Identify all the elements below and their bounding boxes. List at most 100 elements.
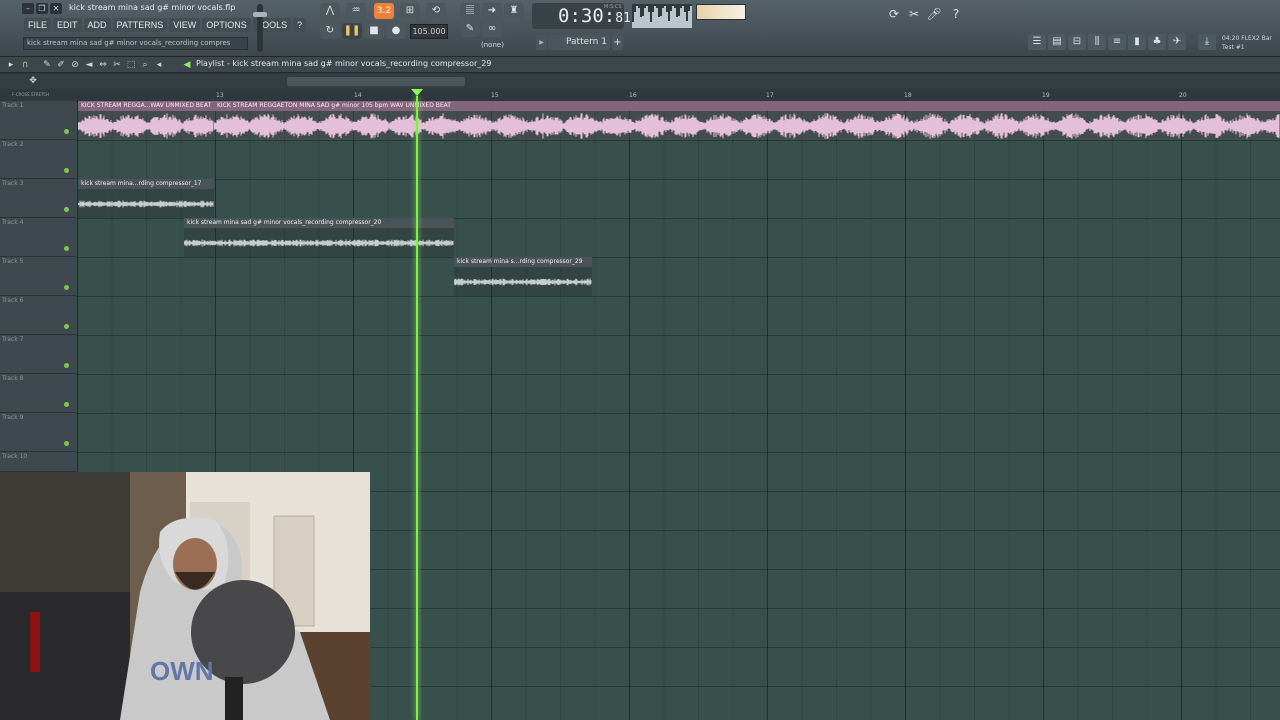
audio-clip-vocal-17[interactable]: kick stream mina...rding compressor_17 (78, 179, 214, 218)
microphone-icon[interactable]: 🎤︎ (926, 6, 942, 22)
restore-icon[interactable]: ❐ (36, 3, 48, 14)
playhead-line (416, 96, 418, 720)
delete-tool-icon[interactable]: ⊘ (70, 60, 80, 70)
mute-tool-icon[interactable]: ◄ (84, 60, 94, 70)
menu-add[interactable]: ADD (83, 18, 111, 32)
download-icon[interactable]: ⤓ (1198, 34, 1216, 50)
audio-clip-vocal-20[interactable]: kick stream mina sad g# minor vocals_rec… (184, 218, 454, 257)
pattern-selector[interactable]: Pattern 1 (548, 35, 610, 50)
track-header-4[interactable]: Track 4 (0, 218, 76, 257)
pencil-tool-icon[interactable]: ✎ (42, 60, 52, 70)
draw-tool-icon[interactable]: ✎ (460, 21, 480, 37)
tempo-display[interactable]: 105.000 (410, 24, 448, 39)
track-enable-led[interactable] (64, 324, 69, 329)
timeline-ruler[interactable]: 13 14 15 16 17 18 19 20 (76, 89, 1280, 101)
time-unit: M:S:CS (604, 4, 622, 10)
track-name: Track 2 (2, 141, 24, 148)
track-header-9[interactable]: Track 9 (0, 413, 76, 452)
piano-roll-icon[interactable]: ▤ (1048, 34, 1066, 50)
add-track-icon[interactable]: ✥ (28, 76, 38, 86)
track-header-7[interactable]: Track 7 (0, 335, 76, 374)
track-header-3[interactable]: Track 3 (0, 179, 76, 218)
select-tool-icon[interactable]: ⬚ (126, 60, 136, 70)
help-icon[interactable]: ? (948, 6, 964, 22)
clip-waveform (454, 267, 592, 296)
audio-clip-beat-1[interactable]: KICK STREAM REGGA...WAV UNMIXED BEAT (78, 101, 214, 140)
svg-text:OWN: OWN (150, 656, 214, 686)
audio-clip-beat-2[interactable]: KICK STREAM REGGAETON MINA SAD g# minor … (214, 101, 1280, 140)
pattern-song-toggle[interactable]: 3.2 (374, 3, 394, 19)
playlist-menu-icon[interactable]: ▸ (6, 60, 16, 70)
track-name: Track 4 (2, 219, 24, 226)
track-enable-led[interactable] (64, 285, 69, 290)
piano-keys-icon[interactable]: 𝄚 (460, 3, 480, 19)
waveform-path (184, 239, 454, 246)
record-mic-icon[interactable]: ♜ (504, 3, 524, 19)
browser-icon[interactable]: ▮ (1128, 34, 1146, 50)
time-main: 0:30 (558, 5, 604, 27)
add-pattern-button[interactable]: + (612, 35, 623, 50)
playhead-marker[interactable] (411, 89, 423, 96)
plugin-info-line1: 04:20 FLEX2 Bar (1222, 35, 1272, 42)
brush-tool-icon[interactable]: ✐ (56, 60, 66, 70)
slice-tool-icon[interactable]: ✂ (112, 60, 122, 70)
cut-icon[interactable]: ✂ (906, 6, 922, 22)
stop-button[interactable]: ■ (364, 23, 384, 39)
track-header-8[interactable]: Track 8 (0, 374, 76, 413)
track-header-5[interactable]: Track 5 (0, 257, 76, 296)
track-enable-led[interactable] (64, 441, 69, 446)
track-enable-led[interactable] (64, 246, 69, 251)
track-enable-led[interactable] (64, 363, 69, 368)
track-enable-led[interactable] (64, 207, 69, 212)
main-menu: FILE EDIT ADD PATTERNS VIEW OPTIONS TOOL… (24, 18, 307, 32)
arrow-icon[interactable]: ➜ (482, 3, 502, 19)
menu-edit[interactable]: EDIT (53, 18, 82, 32)
track-name: Track 3 (2, 180, 24, 187)
playlist-arrow-icon[interactable]: ◀ (182, 60, 192, 70)
audio-clip-vocal-29[interactable]: kick stream mina s...rding compressor_29 (454, 257, 592, 296)
track-header-2[interactable]: Track 2 (0, 140, 76, 179)
main-toolbar: – ❐ ✕ kick stream mina sad g# minor voca… (0, 0, 1280, 57)
playlist-icon[interactable]: ☰ (1028, 34, 1046, 50)
minimize-icon[interactable]: – (22, 3, 34, 14)
track-enable-led[interactable] (64, 402, 69, 407)
record-button[interactable]: ● (386, 23, 406, 39)
horizontal-scroll-overview[interactable]: ✥ (0, 74, 1280, 89)
zoom-tool-icon[interactable]: ⌕ (140, 60, 150, 70)
loop-record-icon[interactable]: ⟲ (426, 3, 446, 19)
plugin-picker-icon[interactable]: ♣ (1148, 34, 1166, 50)
wait-input-icon[interactable]: ♒ (346, 3, 366, 19)
slip-tool-icon[interactable]: ⇔ (98, 60, 108, 70)
snap-selector[interactable]: (none) (481, 41, 504, 49)
pause-button[interactable]: ❚❚ (342, 23, 362, 39)
metronome-icon[interactable]: ⋀ (320, 3, 340, 19)
track-name: Track 9 (2, 414, 24, 421)
plugin-info-line2: Test #1 (1222, 44, 1245, 51)
master-volume-slider[interactable] (253, 4, 267, 52)
menu-file[interactable]: FILE (24, 18, 52, 32)
mixer-icon[interactable]: ⫼ (1088, 34, 1106, 50)
snap-magnet-icon[interactable]: ∩ (20, 60, 30, 70)
menu-options[interactable]: OPTIONS (202, 18, 251, 32)
song-mode-icon[interactable]: ↻ (320, 23, 340, 39)
track-header-10[interactable]: Track 10 (0, 452, 76, 472)
track-header-1[interactable]: Track 1 (0, 101, 76, 140)
playback-tool-icon[interactable]: ◂ (154, 60, 164, 70)
channel-rack-icon[interactable]: ⊟ (1068, 34, 1086, 50)
touch-keyboard-icon[interactable]: ✈ (1168, 34, 1186, 50)
link-icon[interactable]: ∞ (482, 21, 502, 37)
menu-patterns[interactable]: PATTERNS (112, 18, 168, 32)
undo-icon[interactable]: ⟳ (886, 6, 902, 22)
menu-help[interactable]: ? (293, 18, 307, 32)
track-enable-led[interactable] (64, 168, 69, 173)
track-header-6[interactable]: Track 6 (0, 296, 76, 335)
scroll-thumb[interactable] (287, 77, 465, 86)
waveform (454, 278, 592, 285)
pattern-prev-button[interactable]: ▶ (536, 35, 547, 50)
step-edit-icon[interactable]: ⊞ (400, 3, 420, 19)
channel-settings-icon[interactable]: ≡ (1108, 34, 1126, 50)
close-icon[interactable]: ✕ (50, 3, 62, 14)
menu-view[interactable]: VIEW (169, 18, 201, 32)
hint-bar: kick stream mina sad g# minor vocals_rec… (23, 37, 248, 50)
track-enable-led[interactable] (64, 129, 69, 134)
